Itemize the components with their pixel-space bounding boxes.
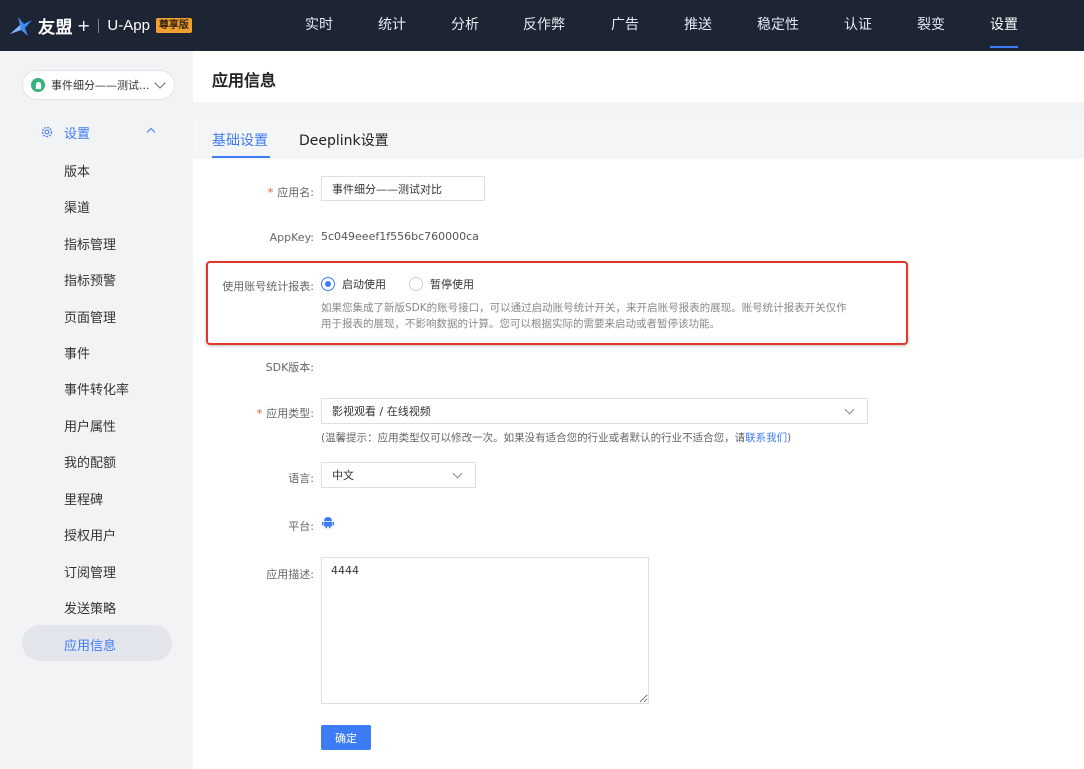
sidebar-item-user-attributes[interactable]: 用户属性	[64, 416, 116, 435]
app-selector[interactable]: 事件细分——测试...	[22, 70, 175, 100]
nav-verification[interactable]: 认证	[844, 0, 872, 51]
chevron-down-icon	[154, 77, 166, 89]
android-icon	[322, 517, 334, 529]
required-mark: *	[267, 186, 274, 199]
platform-label: 平台:	[288, 520, 314, 533]
sidebar-item-event-conversion[interactable]: 事件转化率	[64, 379, 129, 398]
sidebar-item-metric-alert[interactable]: 指标预警	[64, 270, 116, 289]
account-stats-help-line-1: 如果您集成了新版SDK的账号接口，可以通过启动账号统计开关，来开启账号报表的展现…	[321, 302, 847, 314]
app-type-tip-suffix: )	[787, 432, 792, 444]
nav-analysis[interactable]: 分析	[451, 0, 479, 51]
umeng-bird-icon	[10, 16, 32, 36]
tab-deeplink-settings[interactable]: Deeplink设置	[299, 130, 389, 150]
radio-enable[interactable]: 启动使用	[321, 276, 386, 292]
page-header: 应用信息	[193, 51, 1084, 102]
product-name: U-App	[107, 17, 150, 34]
account-stats-help: 如果您集成了新版SDK的账号接口，可以通过启动账号统计开关，来开启账号报表的展现…	[321, 300, 881, 332]
nav-realtime[interactable]: 实时	[305, 0, 333, 51]
required-mark: *	[256, 407, 263, 420]
tab-active-indicator	[212, 156, 270, 158]
brand-divider	[98, 18, 100, 33]
nav-fission[interactable]: 裂变	[917, 0, 945, 51]
language-select[interactable]: 中文	[321, 462, 476, 488]
app-type-label: * 应用类型:	[257, 405, 314, 421]
confirm-button[interactable]: 确定	[321, 725, 371, 750]
account-stats-label: 使用账号统计报表:	[222, 280, 314, 293]
nav-settings[interactable]: 设置	[990, 0, 1018, 51]
edition-badge: 尊享版	[155, 18, 192, 33]
top-navbar: 友盟 + U-App 尊享版 实时 统计 分析 反作弊 广告 推送 稳定性 认证…	[0, 0, 1084, 51]
contact-us-link[interactable]: 联系我们	[745, 432, 787, 444]
sidebar-item-milestones[interactable]: 里程碑	[64, 489, 103, 508]
app-type-label-text: 应用类型:	[266, 407, 314, 420]
description-label: 应用描述:	[266, 568, 314, 581]
radio-pause[interactable]: 暂停使用	[409, 276, 474, 292]
language-value: 中文	[332, 469, 354, 482]
sidebar-item-send-policy[interactable]: 发送策略	[64, 598, 116, 617]
sdk-version-label: SDK版本:	[265, 361, 314, 374]
sidebar-item-channel[interactable]: 渠道	[64, 197, 90, 216]
sidebar-group-settings[interactable]: 设置	[40, 123, 156, 142]
sidebar-item-my-quota[interactable]: 我的配额	[64, 452, 116, 471]
radio-enable-label: 启动使用	[342, 278, 386, 291]
brand-plus: +	[77, 16, 91, 35]
sidebar-item-version[interactable]: 版本	[64, 161, 90, 180]
nav-anti-fraud[interactable]: 反作弊	[523, 0, 565, 51]
sidebar-item-events[interactable]: 事件	[64, 343, 90, 362]
nav-statistics[interactable]: 统计	[378, 0, 406, 51]
app-name-value: 事件细分——测试对比	[332, 182, 442, 196]
gear-icon	[41, 126, 53, 138]
page-title: 应用信息	[212, 71, 277, 90]
appkey-label: AppKey:	[269, 231, 314, 244]
nav-ads[interactable]: 广告	[611, 0, 639, 51]
sidebar-item-authorized-users[interactable]: 授权用户	[64, 525, 116, 544]
tab-basic-settings[interactable]: 基础设置	[212, 130, 268, 150]
app-selector-label: 事件细分——测试...	[51, 79, 150, 92]
nav-push[interactable]: 推送	[684, 0, 712, 51]
radio-pause-label: 暂停使用	[430, 278, 474, 291]
description-textarea[interactable]: 4444	[321, 557, 649, 704]
account-stats-help-line-2: 用于报表的展现，不影响数据的计算。您可以根据实际的需要来启动或者暂停该功能。	[321, 318, 720, 330]
sidebar-item-app-info[interactable]: 应用信息	[64, 635, 116, 654]
brand-logo[interactable]: 友盟 + U-App 尊享版	[8, 0, 192, 51]
tab-bar: 基础设置 Deeplink设置	[193, 117, 1084, 159]
app-type-tip: (温馨提示：应用类型仅可以修改一次。如果没有适合您的行业或者默认的行业不适合您，…	[321, 430, 791, 445]
app-type-value: 影视观看 / 在线视频	[332, 405, 431, 418]
sidebar-item-metric-management[interactable]: 指标管理	[64, 234, 116, 253]
app-name-label-text: 应用名:	[277, 186, 314, 199]
chevron-down-icon	[452, 468, 463, 479]
chevron-up-icon[interactable]	[146, 127, 156, 137]
nav-active-indicator	[990, 46, 1018, 48]
language-label: 语言:	[288, 472, 314, 485]
nav-stability[interactable]: 稳定性	[757, 0, 799, 51]
radio-pause-indicator	[409, 277, 423, 291]
android-icon	[31, 78, 45, 92]
app-name-input[interactable]: 事件细分——测试对比	[321, 176, 485, 201]
appkey-value: 5c049eeef1f556bc760000ca	[321, 230, 479, 243]
app-name-label: * 应用名:	[268, 184, 314, 200]
app-type-tip-text: (温馨提示：应用类型仅可以修改一次。如果没有适合您的行业或者默认的行业不适合您，…	[321, 432, 746, 444]
sidebar-item-subscriptions[interactable]: 订阅管理	[64, 562, 116, 581]
sidebar: 事件细分——测试... 设置 版本 渠道 指标管理 指标预警 页面管理 事件 事…	[0, 51, 193, 769]
nav-settings-label: 设置	[990, 17, 1018, 33]
sidebar-item-page-management[interactable]: 页面管理	[64, 307, 116, 326]
brand-name: 友盟	[38, 18, 73, 38]
chevron-down-icon	[844, 404, 855, 415]
radio-enable-indicator	[321, 277, 335, 291]
app-type-select[interactable]: 影视观看 / 在线视频	[321, 398, 868, 424]
sidebar-group-label: 设置	[64, 126, 91, 142]
